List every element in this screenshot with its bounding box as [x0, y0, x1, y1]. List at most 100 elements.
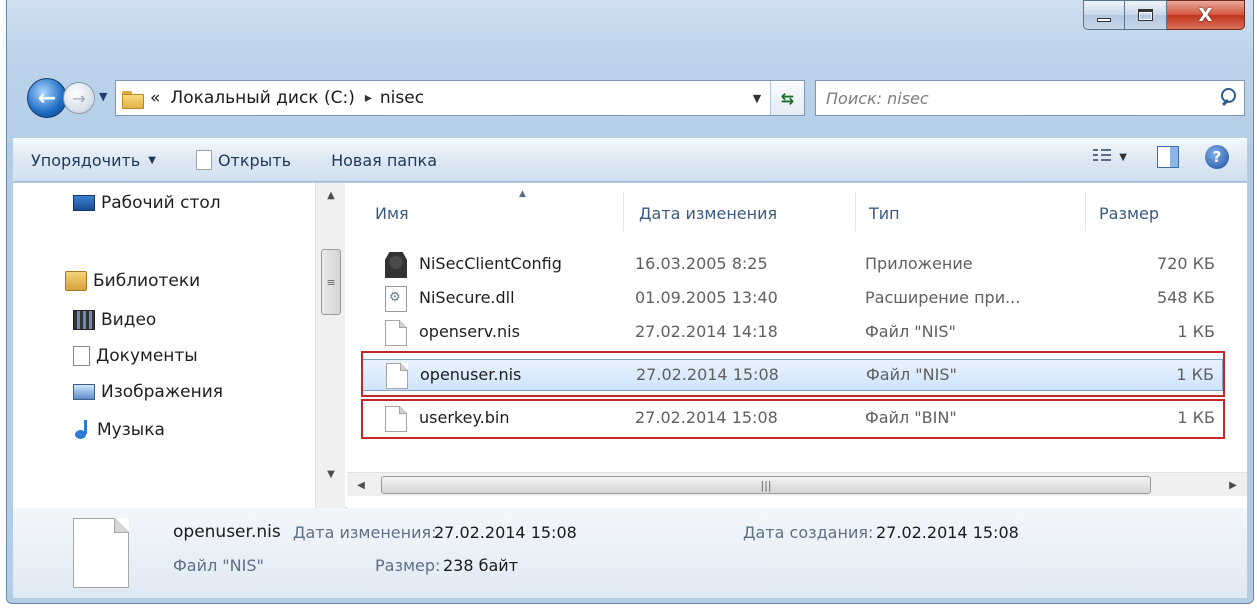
arrow-left-icon: ←: [37, 85, 57, 111]
search-input[interactable]: [826, 88, 1214, 108]
refresh-button[interactable]: ⇆: [770, 81, 804, 115]
file-date: 16.03.2005 8:25: [635, 254, 768, 273]
pictures-icon: [73, 384, 95, 400]
search-icon[interactable]: [1214, 83, 1244, 113]
breadcrumb-separator[interactable]: ▸: [365, 90, 372, 106]
file-type: Расширение при...: [865, 288, 1021, 307]
dll-icon: [385, 286, 407, 312]
details-file-name: openuser.nis: [173, 522, 281, 542]
file-type: Файл "NIS": [865, 322, 956, 341]
file-preview-icon: [73, 518, 129, 588]
scroll-right-icon[interactable]: ▶: [1221, 473, 1245, 497]
open-label: Открыть: [217, 150, 292, 170]
search-box[interactable]: [815, 80, 1245, 116]
scroll-left-icon[interactable]: ◀: [349, 473, 373, 497]
file-list-horizontal-scrollbar[interactable]: ◀ ||| ▶: [347, 472, 1247, 496]
open-button[interactable]: Открыть: [195, 150, 292, 170]
breadcrumb-local-disk[interactable]: Локальный диск (C:): [170, 88, 354, 108]
content-area: Рабочий стол Библиотеки Видео Документы …: [13, 183, 1247, 508]
explorer-window: X ← → ▼ « Локальный диск (C:) ▸ nisec ▼ …: [6, 0, 1254, 604]
table-row[interactable]: openserv.nis 27.02.2014 14:18 Файл "NIS"…: [361, 317, 1223, 349]
details-size-value: 238 байт: [443, 556, 519, 575]
navigation-pane: Рабочий стол Библиотеки Видео Документы …: [13, 183, 345, 508]
video-icon: [73, 310, 95, 330]
nav-pane-scrollbar-thumb[interactable]: ≡: [321, 249, 341, 315]
caption-buttons: X: [1083, 0, 1245, 30]
scroll-down-icon[interactable]: ▼: [316, 462, 346, 486]
details-pane: openuser.nis Дата изменения: 27.02.2014 …: [13, 508, 1247, 598]
column-header-name[interactable]: Имя ▲: [365, 183, 623, 243]
column-header-date[interactable]: Дата изменения: [639, 183, 777, 243]
details-modified-value: 27.02.2014 15:08: [434, 523, 577, 542]
file-list: Имя ▲ Дата изменения Тип Размер NiSecCli…: [347, 183, 1247, 508]
file-type: Приложение: [865, 254, 973, 273]
preview-pane-icon[interactable]: [1157, 146, 1179, 168]
breadcrumb-nisec[interactable]: nisec: [380, 88, 424, 108]
highlight-box-openuser: [361, 351, 1225, 397]
nav-item-label: Рабочий стол: [101, 193, 221, 213]
documents-icon: [73, 346, 90, 366]
nav-item-music[interactable]: Музыка: [73, 420, 165, 440]
minimize-icon: [1097, 18, 1111, 22]
help-icon[interactable]: ?: [1205, 145, 1229, 169]
music-icon: [73, 420, 91, 440]
nav-item-label: Библиотеки: [93, 271, 201, 291]
close-icon: X: [1198, 4, 1213, 26]
highlight-box-userkey: [361, 399, 1225, 439]
nav-item-libraries[interactable]: Библиотеки: [65, 271, 200, 291]
nav-item-label: Изображения: [101, 382, 224, 402]
scroll-up-icon[interactable]: ▲: [316, 183, 346, 207]
organize-button[interactable]: Упорядочить ▼: [31, 151, 156, 170]
folder-icon: [122, 89, 144, 109]
file-size: 1 КБ: [1177, 322, 1215, 341]
arrow-right-icon: →: [72, 88, 86, 108]
column-header-type[interactable]: Тип: [869, 183, 900, 243]
details-size-label: Размер:: [375, 556, 441, 575]
organize-label: Упорядочить: [31, 150, 141, 170]
details-modified-label: Дата изменения:: [293, 523, 437, 542]
document-icon: [195, 150, 212, 170]
file-name: NiSecClientConfig: [419, 254, 562, 273]
breadcrumb-overflow[interactable]: «: [150, 88, 160, 108]
horizontal-scrollbar-thumb[interactable]: |||: [381, 476, 1151, 494]
navigation-row: ← → ▼ « Локальный диск (C:) ▸ nisec ▼ ⇆: [27, 78, 1245, 118]
details-created-value: 27.02.2014 15:08: [876, 523, 1019, 542]
address-bar[interactable]: « Локальный диск (C:) ▸ nisec ▼ ⇆: [115, 80, 805, 116]
chevron-down-icon: ▼: [148, 154, 156, 166]
nav-item-pictures[interactable]: Изображения: [73, 382, 223, 402]
new-folder-button[interactable]: Новая папка: [331, 151, 437, 170]
close-button[interactable]: X: [1167, 0, 1245, 30]
file-name: NiSecure.dll: [419, 288, 515, 307]
nav-item-desktop[interactable]: Рабочий стол: [73, 193, 221, 213]
recent-pages-dropdown[interactable]: ▼: [99, 90, 107, 103]
address-dropdown-icon[interactable]: ▼: [744, 92, 770, 105]
views-chevron-down-icon[interactable]: ▼: [1119, 152, 1127, 163]
file-size: 720 КБ: [1157, 254, 1215, 273]
desktop-icon: [73, 195, 95, 211]
maximize-button[interactable]: [1125, 0, 1167, 30]
column-header-size[interactable]: Размер: [1099, 183, 1159, 243]
nav-pane-scrollbar[interactable]: ▲ ≡ ▼: [315, 183, 345, 508]
views-icon[interactable]: [1093, 149, 1112, 165]
table-row[interactable]: NiSecClientConfig 16.03.2005 8:25 Прилож…: [361, 249, 1223, 281]
exe-icon: [385, 252, 407, 278]
table-row[interactable]: NiSecure.dll 01.09.2005 13:40 Расширение…: [361, 283, 1223, 315]
toolbar-right: ▼ ?: [1093, 145, 1229, 169]
command-bar: Упорядочить ▼ Открыть Новая папка ▼ ?: [13, 138, 1247, 182]
forward-button[interactable]: →: [63, 82, 95, 114]
minimize-button[interactable]: [1083, 0, 1125, 30]
file-date: 27.02.2014 14:18: [635, 322, 778, 341]
file-icon: [385, 320, 407, 346]
file-name: openserv.nis: [419, 322, 520, 341]
nav-item-video[interactable]: Видео: [73, 310, 156, 330]
maximize-icon: [1138, 9, 1153, 21]
libraries-icon: [65, 271, 87, 291]
nav-item-label: Документы: [96, 346, 198, 366]
back-button[interactable]: ←: [27, 78, 67, 118]
file-size: 548 КБ: [1157, 288, 1215, 307]
nav-item-label: Видео: [101, 310, 157, 330]
file-date: 01.09.2005 13:40: [635, 288, 778, 307]
nav-item-label: Музыка: [97, 420, 165, 440]
nav-item-documents[interactable]: Документы: [73, 346, 198, 366]
details-created-label: Дата создания:: [743, 523, 874, 542]
